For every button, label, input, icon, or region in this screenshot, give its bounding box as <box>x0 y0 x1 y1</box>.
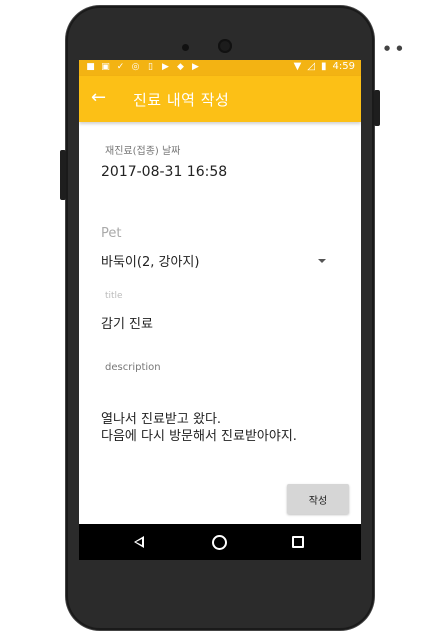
status-time: 4:59 <box>332 61 355 72</box>
system-nav-bar <box>79 524 361 560</box>
app-bar: ← 진료 내역 작성 <box>79 76 361 122</box>
location-icon: ◎ <box>131 62 140 72</box>
image-icon: ▣ <box>101 62 110 72</box>
front-camera-icon <box>182 44 189 51</box>
play-icon: ▶ <box>192 62 199 72</box>
date-field[interactable]: 2017-08-31 16:58 <box>101 164 227 180</box>
date-label: 재진료(접종) 날짜 <box>105 146 181 157</box>
status-icons-right: ▼ ◿ ▮ 4:59 <box>294 61 355 72</box>
earpiece-icon <box>218 39 232 53</box>
signal-off-icon: ◿ <box>307 61 316 72</box>
page-title: 진료 내역 작성 <box>133 91 230 109</box>
dropdown-caret-icon[interactable] <box>318 259 326 263</box>
nav-home-icon[interactable] <box>212 535 227 550</box>
description-line: 다음에 다시 방문해서 진료받아야지. <box>101 429 297 444</box>
android-icon: ◆ <box>177 62 184 72</box>
nav-back-icon-inner <box>136 538 142 545</box>
play-icon: ▶ <box>162 62 169 72</box>
wifi-icon: ▼ <box>293 61 302 72</box>
phone-icon: ▯ <box>148 62 153 72</box>
status-bar: ■ ▣ ✓ ◎ ▯ ▶ ◆ ▶ ▼ ◿ ▮ 4:59 <box>79 60 361 76</box>
form-content: 재진료(접종) 날짜 2017-08-31 16:58 Pet 바둑이(2, 강… <box>79 122 361 522</box>
sensor-dots-icon: ● ● <box>384 44 405 52</box>
pet-label: Pet <box>101 226 122 241</box>
volume-button <box>60 150 66 200</box>
status-icons-left: ■ ▣ ✓ ◎ ▯ ▶ ◆ ▶ <box>86 62 200 72</box>
check-icon: ✓ <box>116 62 125 72</box>
description-label: description <box>105 362 161 373</box>
notification-icon: ■ <box>86 62 95 72</box>
description-line: 열나서 진료받고 왔다. <box>101 412 222 427</box>
title-label: title <box>105 291 123 301</box>
app-screen: ■ ▣ ✓ ◎ ▯ ▶ ◆ ▶ ▼ ◿ ▮ 4:59 ← 진료 내역 작성 재진… <box>79 60 361 560</box>
submit-button[interactable]: 작성 <box>287 484 349 514</box>
battery-charging-icon: ▮ <box>321 61 327 72</box>
nav-recents-icon[interactable] <box>292 536 304 548</box>
power-button <box>374 90 380 126</box>
back-arrow-icon[interactable]: ← <box>91 88 106 108</box>
title-input[interactable]: 감기 진료 <box>101 313 153 332</box>
pet-select[interactable]: 바둑이(2, 강아지) <box>101 251 199 270</box>
